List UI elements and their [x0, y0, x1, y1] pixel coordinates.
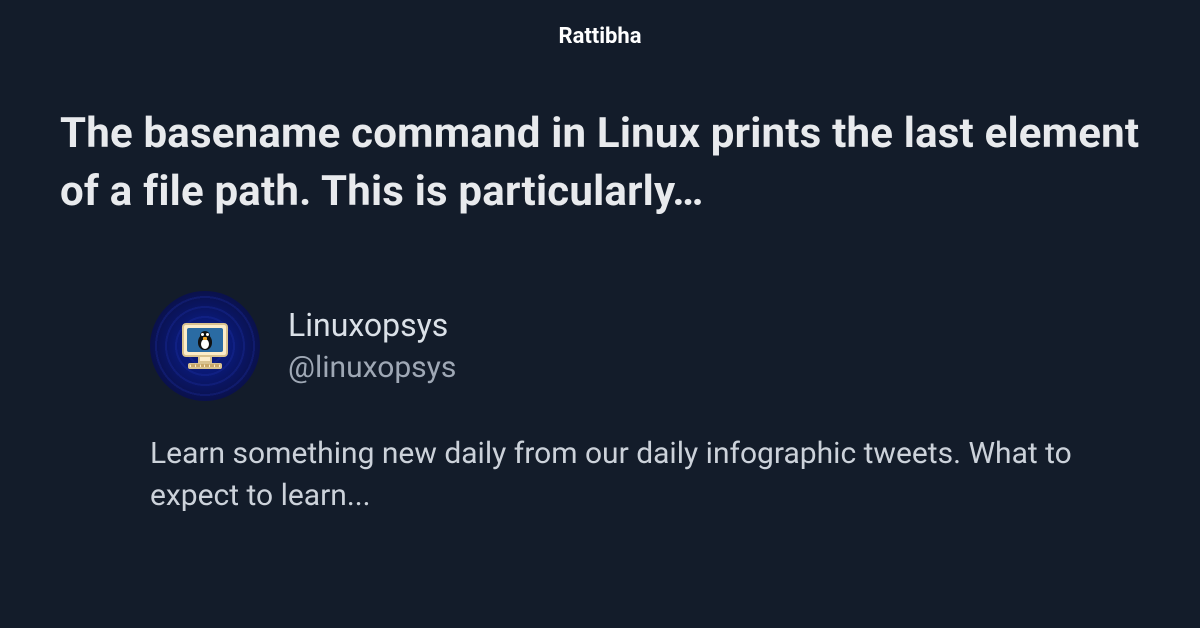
profile-meta: Linuxopsys @linuxopsys [288, 306, 456, 385]
avatar-icon [178, 321, 232, 371]
profile-bio: Learn something new daily from our daily… [150, 433, 1140, 517]
site-title: Rattibha [0, 0, 1200, 49]
display-name: Linuxopsys [288, 306, 456, 344]
profile-block: Linuxopsys @linuxopsys Learn something n… [60, 291, 1140, 517]
avatar [150, 291, 260, 401]
profile-row: Linuxopsys @linuxopsys [150, 291, 1140, 401]
handle: @linuxopsys [288, 350, 456, 385]
card-content: The basename command in Linux prints the… [0, 105, 1200, 517]
post-heading: The basename command in Linux prints the… [60, 105, 1140, 221]
